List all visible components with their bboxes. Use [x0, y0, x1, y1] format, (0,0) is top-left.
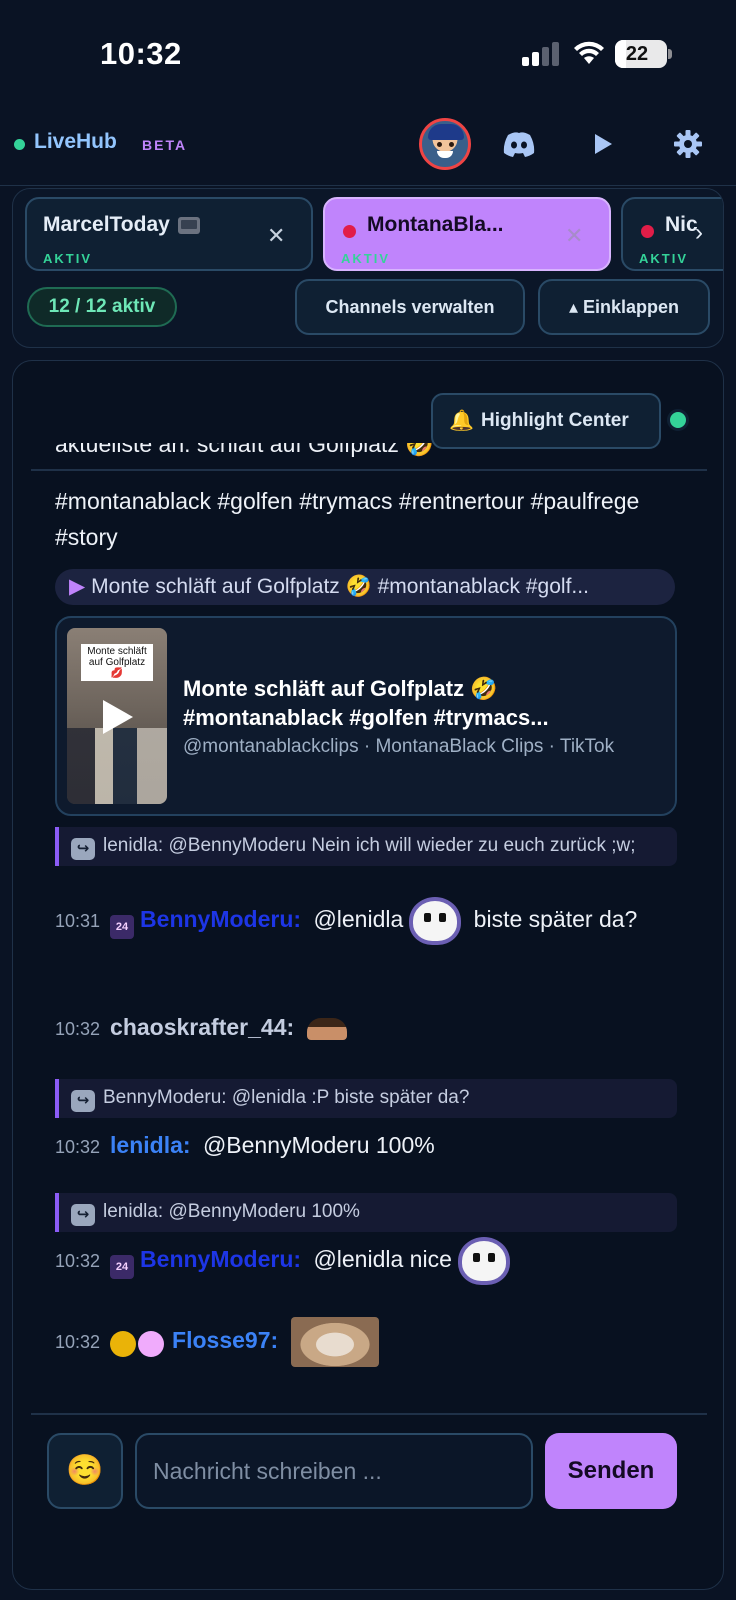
- cat-badge-icon: [138, 1330, 165, 1357]
- channel-panel: MarcelToday AKTIV ✕ MontanaBla... AKTIV …: [12, 188, 724, 348]
- brand-name: LiveHub: [34, 130, 117, 153]
- live-status-dot: [14, 139, 25, 150]
- discord-icon[interactable]: [499, 126, 539, 162]
- video-thumbnail[interactable]: Monte schläft auf Golfplatz 💋: [67, 628, 167, 804]
- preview-meta: @montanablackclips · MontanaBlack Clips …: [183, 736, 615, 757]
- thumbnail-caption: Monte schläft auf Golfplatz 💋: [81, 644, 153, 681]
- message-username[interactable]: BennyModeru:: [140, 906, 301, 932]
- reply-icon: ↪: [71, 838, 95, 860]
- play-icon[interactable]: [583, 126, 623, 162]
- manage-channels-button[interactable]: Channels verwalten: [295, 279, 525, 335]
- message-username[interactable]: chaoskrafter_44:: [110, 1014, 294, 1040]
- channel-tab-status: AKTIV: [43, 251, 92, 266]
- channel-tab-marceltoday[interactable]: MarcelToday AKTIV ✕: [25, 197, 313, 271]
- close-icon[interactable]: ✕: [565, 223, 583, 249]
- close-icon[interactable]: ✕: [267, 223, 285, 249]
- channel-tab-name: MontanaBla...: [367, 213, 504, 236]
- message-body: @lenidla nice: [313, 1246, 452, 1273]
- link-pill[interactable]: ▶ Monte schläft auf Golfplatz 🤣 #montanab…: [55, 569, 675, 605]
- reply-icon: ↪: [71, 1204, 95, 1226]
- chevron-right-icon[interactable]: ›: [695, 219, 703, 247]
- emoji-button[interactable]: ☺️: [47, 1433, 123, 1509]
- user-avatar[interactable]: [419, 118, 471, 170]
- preview-title: Monte schläft auf Golfplatz 🤣 #montanabl…: [183, 676, 549, 730]
- reply-quote[interactable]: ↪ lenidla: @BennyModeru Nein ich will wie…: [55, 827, 677, 866]
- status-bar: 10:32 22: [0, 0, 736, 108]
- channel-tab-partial[interactable]: Nic AKTIV: [621, 197, 723, 271]
- chat-message: 10:31 24 BennyModeru: @lenidla biste späte…: [55, 901, 695, 941]
- channel-tab-name: Nic: [665, 213, 698, 236]
- reply-icon: ↪: [71, 1090, 95, 1112]
- message-time: 10:31: [55, 911, 101, 932]
- connection-status-dot: [667, 409, 689, 431]
- message-body: @BennyModeru 100%: [202, 1132, 435, 1158]
- settings-gear-icon[interactable]: [668, 126, 708, 162]
- message-time: 10:32: [55, 1251, 101, 1272]
- badge-icon: 24: [110, 1255, 135, 1280]
- cross-badge-icon: [110, 1330, 137, 1357]
- beta-badge: BETA: [142, 137, 188, 153]
- ghost-emote-icon: [413, 901, 458, 941]
- live-indicator-dot: [343, 225, 356, 238]
- highlight-center-label: Highlight Center: [481, 410, 629, 431]
- highlight-center-button[interactable]: 🔔 Highlight Center: [431, 393, 661, 449]
- face-emote-icon: [306, 1017, 347, 1040]
- play-icon: [103, 700, 133, 734]
- chat-message: 10:32 lenidla: @BennyModeru 100%: [55, 1127, 695, 1165]
- app-header: LiveHub BETA: [0, 112, 736, 186]
- bell-icon: 🔔: [449, 410, 474, 432]
- reply-quote[interactable]: ↪ BennyModeru: @lenidla :P biste später d…: [55, 1079, 677, 1118]
- battery-icon: 22: [615, 40, 667, 68]
- clipped-message-line: aktuellste an. schläft auf Golfplatz 🤣: [55, 443, 434, 457]
- signal-icon: [522, 42, 560, 66]
- channel-tab-status: AKTIV: [341, 251, 390, 266]
- play-icon: ▶: [69, 575, 86, 598]
- message-input[interactable]: [135, 1433, 533, 1509]
- message-username[interactable]: BennyModeru:: [140, 1246, 301, 1272]
- badge-icon: 24: [110, 915, 135, 940]
- battery-level: 22: [625, 43, 649, 65]
- status-time: 10:32: [100, 36, 182, 71]
- message-username[interactable]: lenidla:: [110, 1132, 191, 1158]
- message-time: 10:32: [55, 1332, 101, 1353]
- message-text: #montanablack #golfen #trymacs #rentnert…: [55, 488, 640, 550]
- chat-message: 10:32 Flosse97:: [55, 1317, 695, 1367]
- collapse-button[interactable]: ▴ Einklappen: [538, 279, 710, 335]
- happy-emote-icon: [461, 1241, 506, 1281]
- live-indicator-dot: [641, 225, 654, 238]
- tv-icon: [177, 216, 200, 234]
- message-time: 10:32: [55, 1019, 101, 1039]
- message-time: 10:32: [55, 1137, 101, 1157]
- active-count-badge: 12 / 12 aktiv: [27, 287, 177, 327]
- message-username[interactable]: Flosse97:: [172, 1327, 278, 1353]
- user-badges: [110, 1324, 166, 1360]
- reply-quote[interactable]: ↪ lenidla: @BennyModeru 100%: [55, 1193, 677, 1232]
- chat-panel: 🔔 Highlight Center aktuellste an. schläf…: [12, 360, 724, 1590]
- wifi-icon: [574, 41, 604, 64]
- chat-message: 10:32 chaoskrafter_44:: [55, 1009, 695, 1047]
- channel-tab-montanablack[interactable]: MontanaBla... AKTIV ✕: [323, 197, 611, 271]
- send-button[interactable]: Senden: [545, 1433, 677, 1509]
- chat-message: 10:32 24 BennyModeru: @lenidla nice: [55, 1241, 695, 1281]
- cat-emote-icon: [290, 1317, 379, 1367]
- channel-tab-name: MarcelToday: [43, 213, 170, 236]
- channel-tab-status: AKTIV: [639, 251, 688, 266]
- message-body: biste später da?: [473, 906, 638, 933]
- message-body: @lenidla: [313, 906, 404, 933]
- link-preview-card[interactable]: Monte schläft auf Golfplatz 💋 Monte schl…: [55, 616, 677, 816]
